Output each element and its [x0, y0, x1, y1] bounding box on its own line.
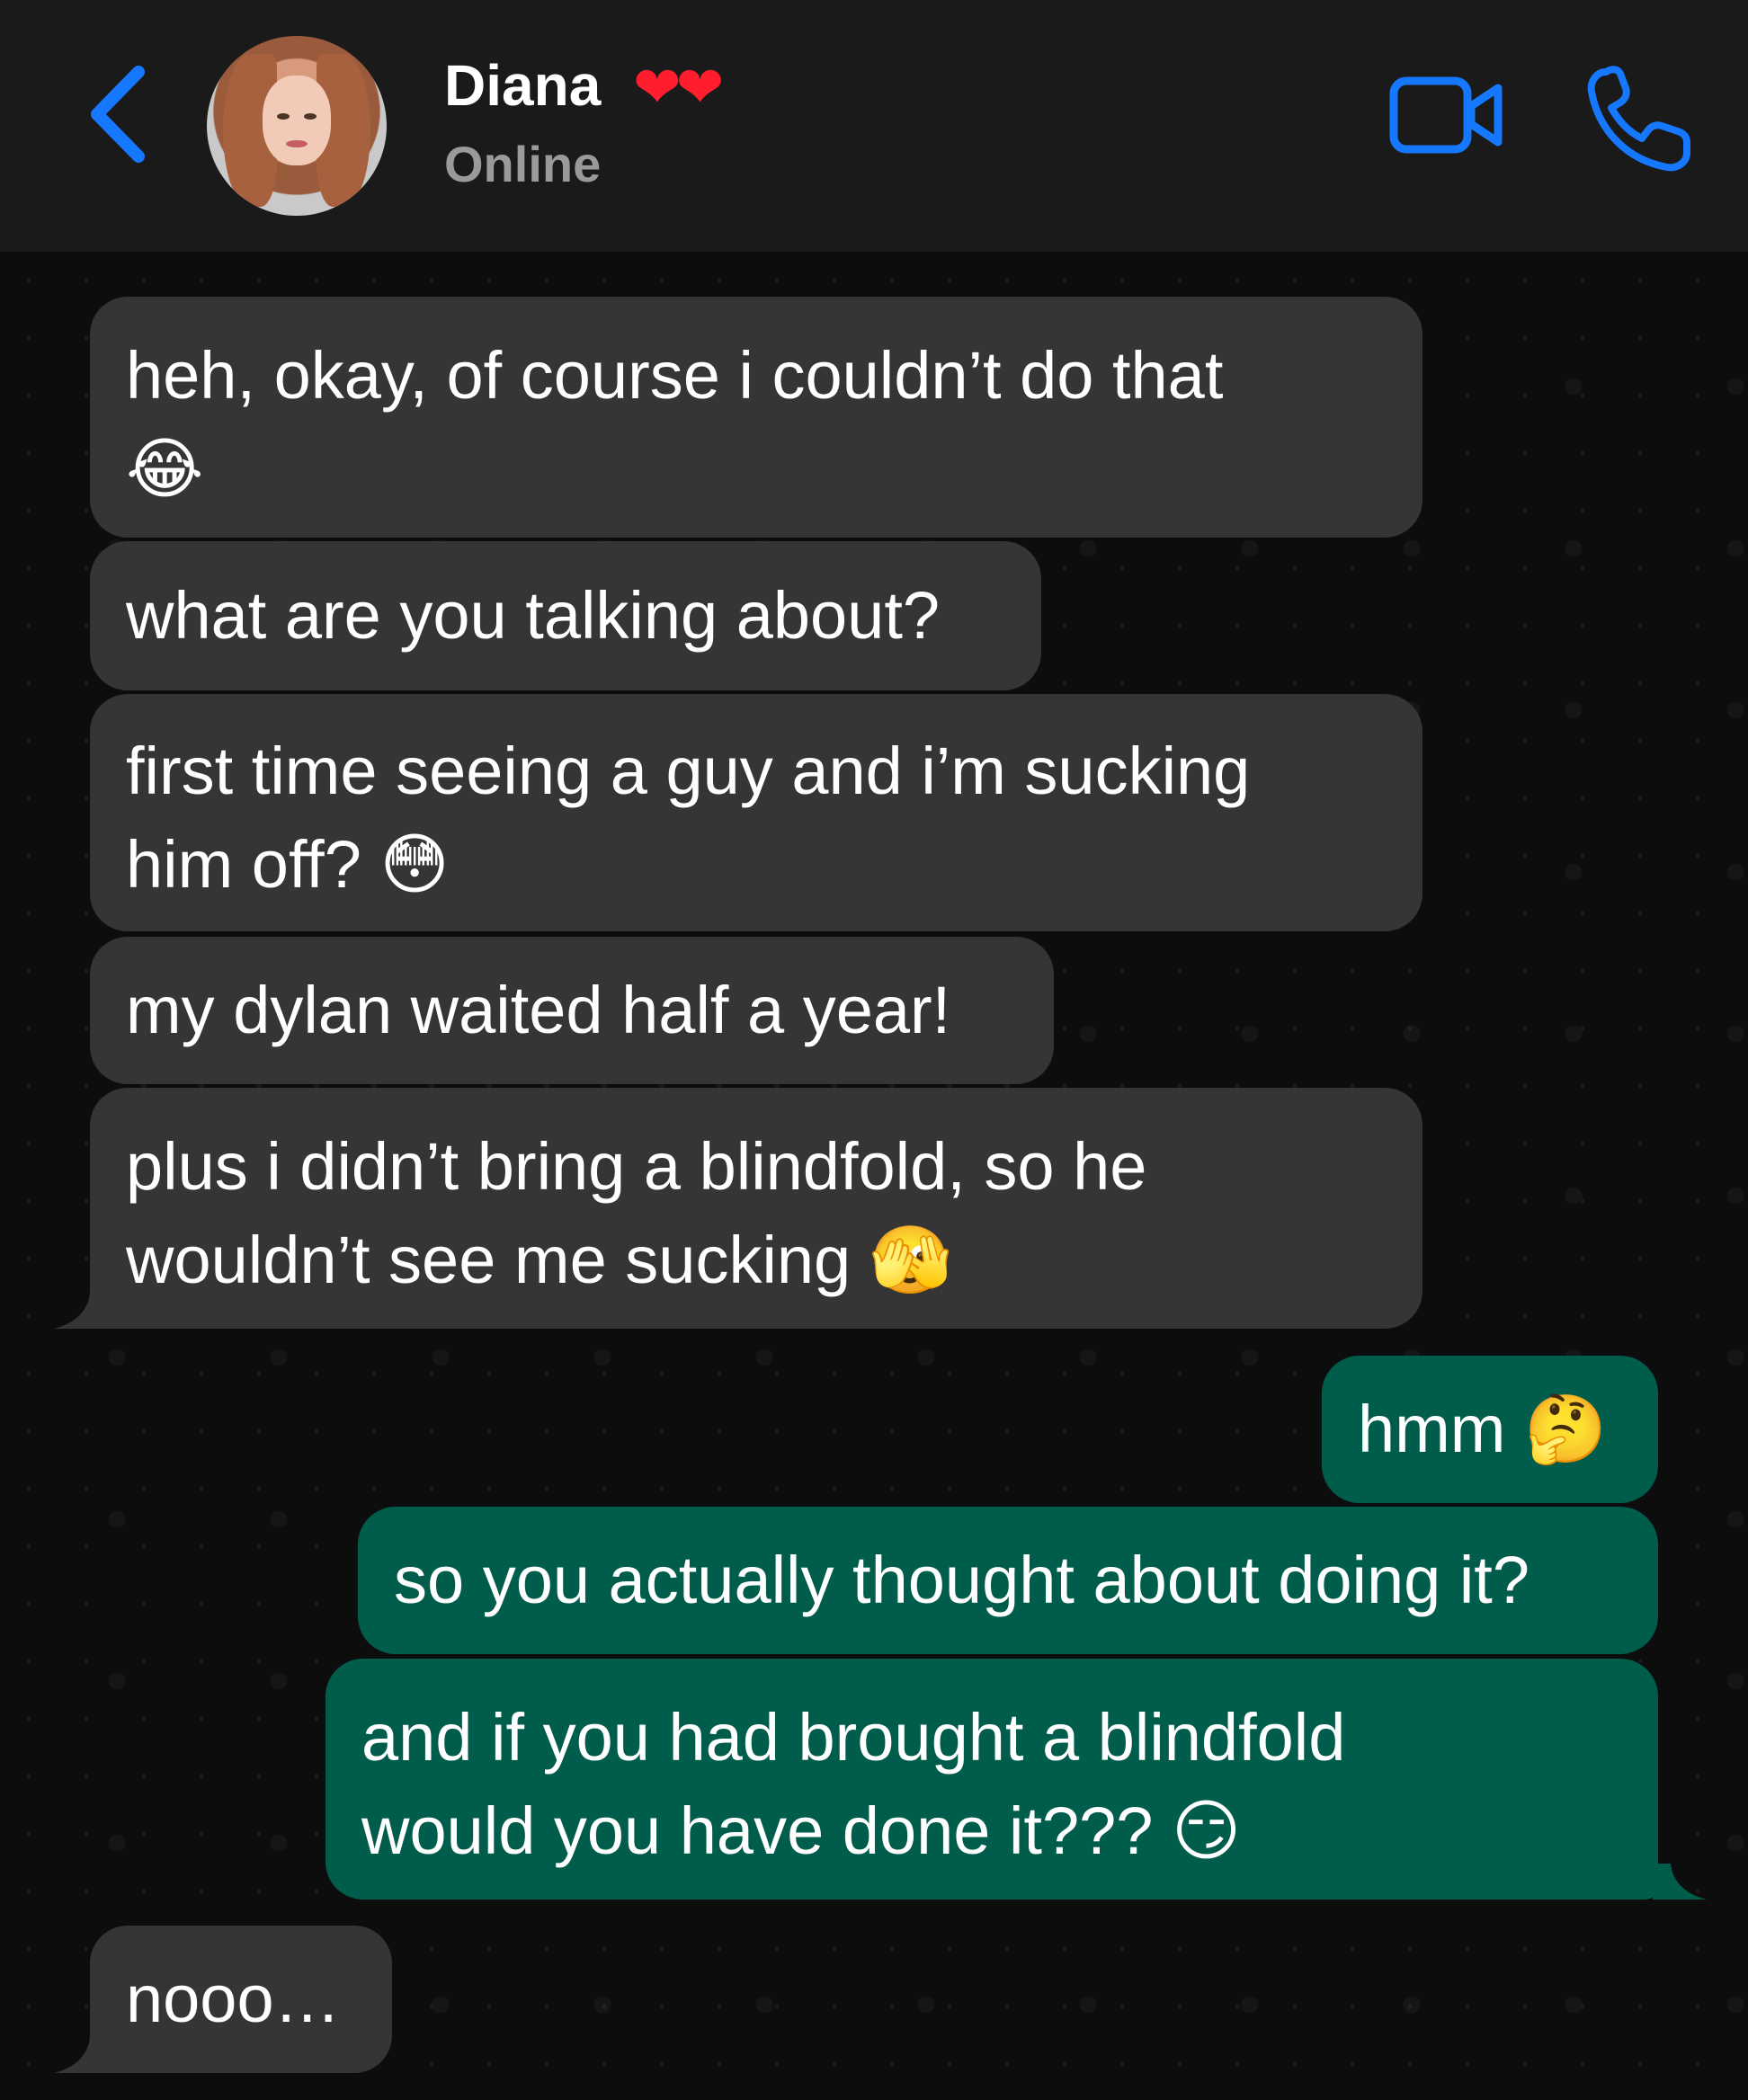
message-outgoing[interactable]: and if you had brought a blindfold would…	[326, 1659, 1658, 1900]
message-outgoing[interactable]: hmm 🤔	[1322, 1356, 1658, 1503]
message-incoming[interactable]: first time seeing a guy and i’m sucking …	[90, 694, 1422, 931]
chevron-left-icon[interactable]	[83, 65, 155, 164]
phone-icon[interactable]	[1584, 65, 1694, 174]
video-camera-icon[interactable]	[1388, 72, 1505, 158]
contact-status: Online	[444, 136, 602, 192]
avatar[interactable]	[207, 36, 387, 216]
heart-emoji: ❤❤	[633, 55, 724, 120]
message-incoming[interactable]: my dylan waited half a year!	[90, 937, 1054, 1084]
message-incoming[interactable]: plus i didn’t bring a blindfold, so he w…	[90, 1088, 1422, 1329]
message-incoming[interactable]: nooo…	[90, 1926, 392, 2073]
bubble-tail	[54, 1293, 108, 1329]
message-incoming[interactable]: what are you talking about?	[90, 541, 1041, 690]
bubble-tail	[54, 2037, 108, 2073]
message-outgoing[interactable]: so you actually thought about doing it?	[358, 1507, 1658, 1654]
bubble-tail	[1653, 1864, 1707, 1900]
message-incoming[interactable]: heh, okay, of course i couldn’t do that …	[90, 297, 1422, 538]
chat-header: Diana ❤❤ Online	[0, 0, 1748, 252]
contact-name[interactable]: Diana	[444, 52, 601, 119]
